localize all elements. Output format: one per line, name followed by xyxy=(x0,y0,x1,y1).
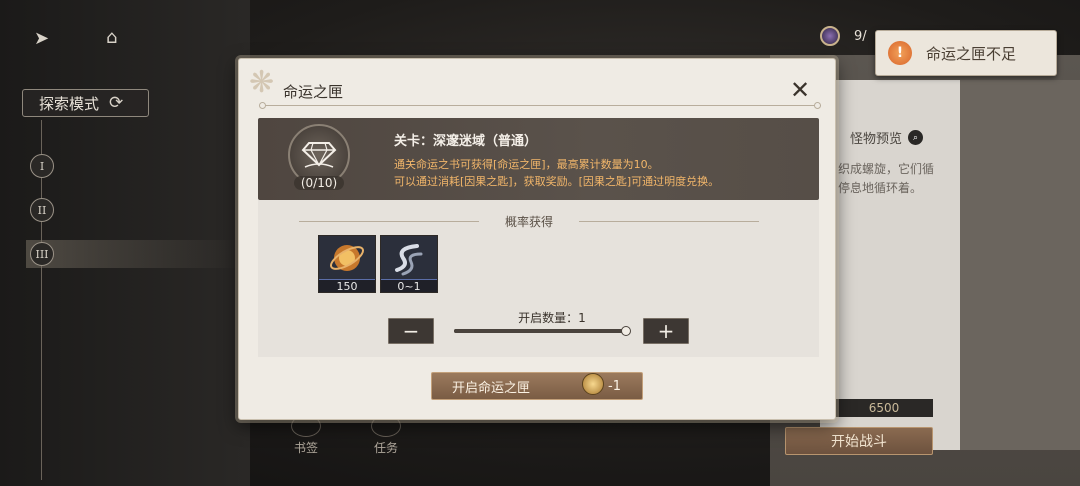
chapter-1-button[interactable]: I xyxy=(30,154,54,178)
stage-info-bar: (0/10) 关卡：深邃迷域（普通） 通关命运之书可获得[命运之匣]，最高累计数… xyxy=(258,118,819,200)
home-icon[interactable]: ⌂ xyxy=(106,27,117,48)
start-battle-label: 开始战斗 xyxy=(831,434,887,450)
stage-desc-line-2: 停息地循环着。 xyxy=(838,181,923,195)
magnifier-icon: ⌕ xyxy=(908,130,924,145)
silver-swirl-icon xyxy=(381,236,437,280)
open-fate-box-label: 开启命运之匣 xyxy=(452,380,531,396)
warning-icon: ! xyxy=(888,41,912,65)
refresh-icon: ⟳ xyxy=(109,93,124,113)
monster-preview-label: 怪物预览 xyxy=(850,132,903,147)
key-coin-icon xyxy=(582,373,604,395)
ornament-icon: ❋ xyxy=(249,65,275,100)
stage-name: 关卡：深邃迷域（普通） xyxy=(394,134,538,149)
reward-item-silver-swirl[interactable]: 0~1 xyxy=(380,235,438,293)
close-button[interactable]: ✕ xyxy=(787,77,813,103)
stage-art xyxy=(960,80,1080,450)
quantity-slider-handle[interactable] xyxy=(621,326,631,336)
monster-preview[interactable]: 怪物预览 ⌕ xyxy=(850,128,924,147)
open-fate-box-button[interactable]: 开启命运之匣 -1 xyxy=(431,372,643,400)
decrease-quantity-button[interactable]: − xyxy=(388,318,434,344)
back-arrow-icon[interactable]: ➤ xyxy=(34,28,49,49)
stage-desc-line-1: 织成螺旋，它们循 xyxy=(838,162,935,176)
reward-qty: 150 xyxy=(319,279,375,293)
gold-orb-icon xyxy=(319,236,375,280)
divider-dot-icon xyxy=(814,102,821,109)
desc-line-2: 可以通过消耗[因果之匙]，获取奖励。[因果之匙]可通过明度兑换。 xyxy=(394,175,720,188)
reward-item-gold-orb[interactable]: 150 xyxy=(318,235,376,293)
bookmark-tab-label: 书签 xyxy=(293,441,318,455)
task-tab-label: 任务 xyxy=(373,441,398,455)
explore-mode-label: 探索模式 xyxy=(39,94,100,113)
start-battle-button[interactable]: 开始战斗 xyxy=(785,427,933,455)
key-counter-text: 9/ xyxy=(854,28,867,44)
insufficient-toast: ! 命运之匣不足 xyxy=(875,30,1057,76)
desc-line-1: 通关命运之书可获得[命运之匣]，最高累计数量为10。 xyxy=(394,158,659,171)
dialog-title: 命运之匣 xyxy=(283,83,344,101)
chapter-3-button[interactable]: III xyxy=(30,242,54,266)
task-tab[interactable]: 任务 xyxy=(356,415,416,456)
key-orb-icon xyxy=(820,26,840,46)
explore-mode-button[interactable]: 探索模式 ⟳ xyxy=(22,89,149,117)
title-divider xyxy=(261,105,821,106)
quantity-slider[interactable] xyxy=(454,326,631,336)
open-cost: -1 xyxy=(608,379,621,394)
reward-qty: 0~1 xyxy=(381,279,437,293)
diamond-book-icon xyxy=(301,142,337,168)
fate-box-dialog: ❋ 命运之匣 ✕ (0/10) 关卡：深邃迷域（普通） 通关命运之书可获得[命运… xyxy=(238,58,836,420)
probability-header: 概率获得 xyxy=(299,213,759,229)
power-value: 6500 xyxy=(868,401,900,415)
open-quantity-label: 开启数量：1 xyxy=(518,311,586,325)
recommended-power: 6500 xyxy=(835,399,933,417)
stage-description: 通关命运之书可获得[命运之匣]，最高累计数量为10。 可以通过消耗[因果之匙]，… xyxy=(394,156,719,190)
chapter-2-button[interactable]: II xyxy=(30,198,54,222)
bookmark-tab[interactable]: 书签 xyxy=(276,415,336,456)
key-counter: 9/ xyxy=(820,26,867,46)
header-line-right xyxy=(579,221,759,222)
divider-dot-icon xyxy=(259,102,266,109)
toast-message: 命运之匣不足 xyxy=(926,44,1017,63)
quantity-slider-fill xyxy=(454,329,626,333)
increase-quantity-button[interactable]: + xyxy=(643,318,689,344)
selected-chapter-highlight xyxy=(26,240,241,268)
fate-box-count: (0/10) xyxy=(294,176,344,190)
